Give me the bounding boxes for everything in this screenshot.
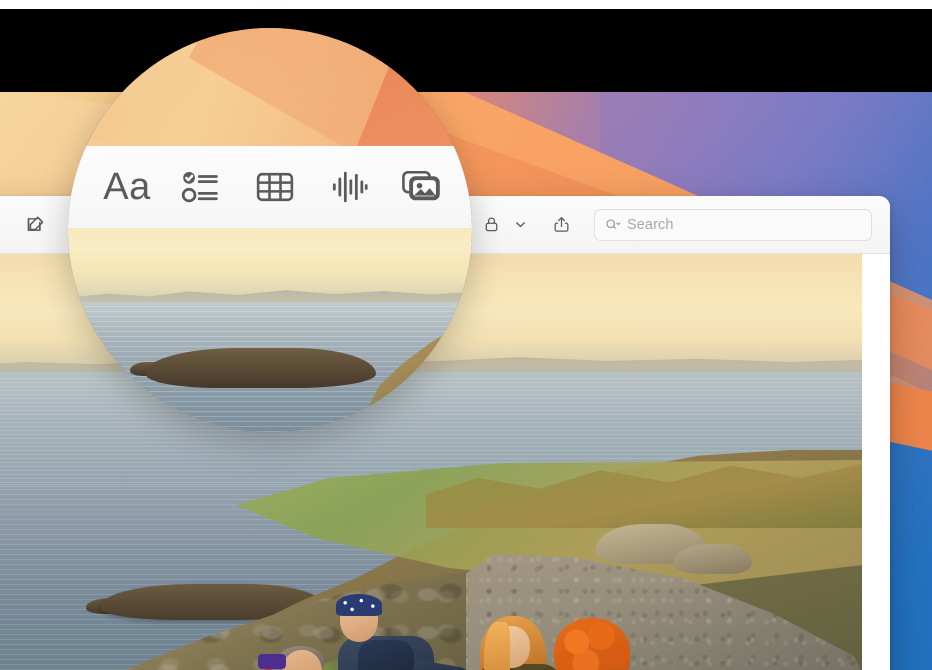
magnified-media-options-chevron[interactable] bbox=[460, 152, 472, 222]
compose-icon bbox=[25, 214, 46, 235]
search-input[interactable]: Search bbox=[594, 208, 872, 241]
format-text-icon: Aa bbox=[103, 165, 151, 208]
lock-icon bbox=[482, 215, 501, 234]
search-icon bbox=[605, 216, 622, 233]
photo-person-1-binoculars bbox=[258, 654, 286, 669]
chevron-down-icon bbox=[470, 174, 472, 200]
magnified-format-text-button[interactable]: Aa bbox=[90, 152, 164, 222]
media-photos-icon bbox=[399, 164, 447, 210]
share-icon bbox=[552, 215, 571, 234]
photo-person-3-hair-front bbox=[484, 622, 510, 670]
magnifier-content: Aa bbox=[68, 28, 472, 432]
magnified-add-media-button[interactable] bbox=[386, 152, 460, 222]
table-icon bbox=[253, 165, 297, 209]
magnified-photo-island bbox=[146, 348, 376, 388]
magnified-checklist-button[interactable] bbox=[164, 152, 238, 222]
chevron-down-icon bbox=[514, 218, 527, 231]
lock-note-button[interactable] bbox=[472, 208, 510, 242]
photo-person-2-vest bbox=[358, 640, 414, 670]
magnified-table-button[interactable] bbox=[238, 152, 312, 222]
magnified-photo bbox=[68, 228, 472, 432]
magnifier-circle: Aa bbox=[68, 28, 472, 432]
checklist-icon bbox=[179, 165, 223, 209]
lock-options-chevron[interactable] bbox=[510, 208, 530, 242]
photo-boulder-2 bbox=[674, 544, 752, 574]
photo-person-2-bandana-dots bbox=[336, 594, 382, 616]
compose-button[interactable] bbox=[16, 208, 54, 242]
search-placeholder: Search bbox=[627, 216, 674, 233]
screenshot-stage: Aa bbox=[0, 0, 932, 670]
audio-waveform-icon bbox=[327, 165, 371, 209]
share-button[interactable] bbox=[542, 208, 580, 242]
top-white-strip bbox=[0, 0, 932, 9]
magnified-audio-record-button[interactable] bbox=[312, 152, 386, 222]
magnified-toolbar: Aa bbox=[68, 146, 472, 228]
magnified-photo-sky bbox=[68, 228, 472, 302]
